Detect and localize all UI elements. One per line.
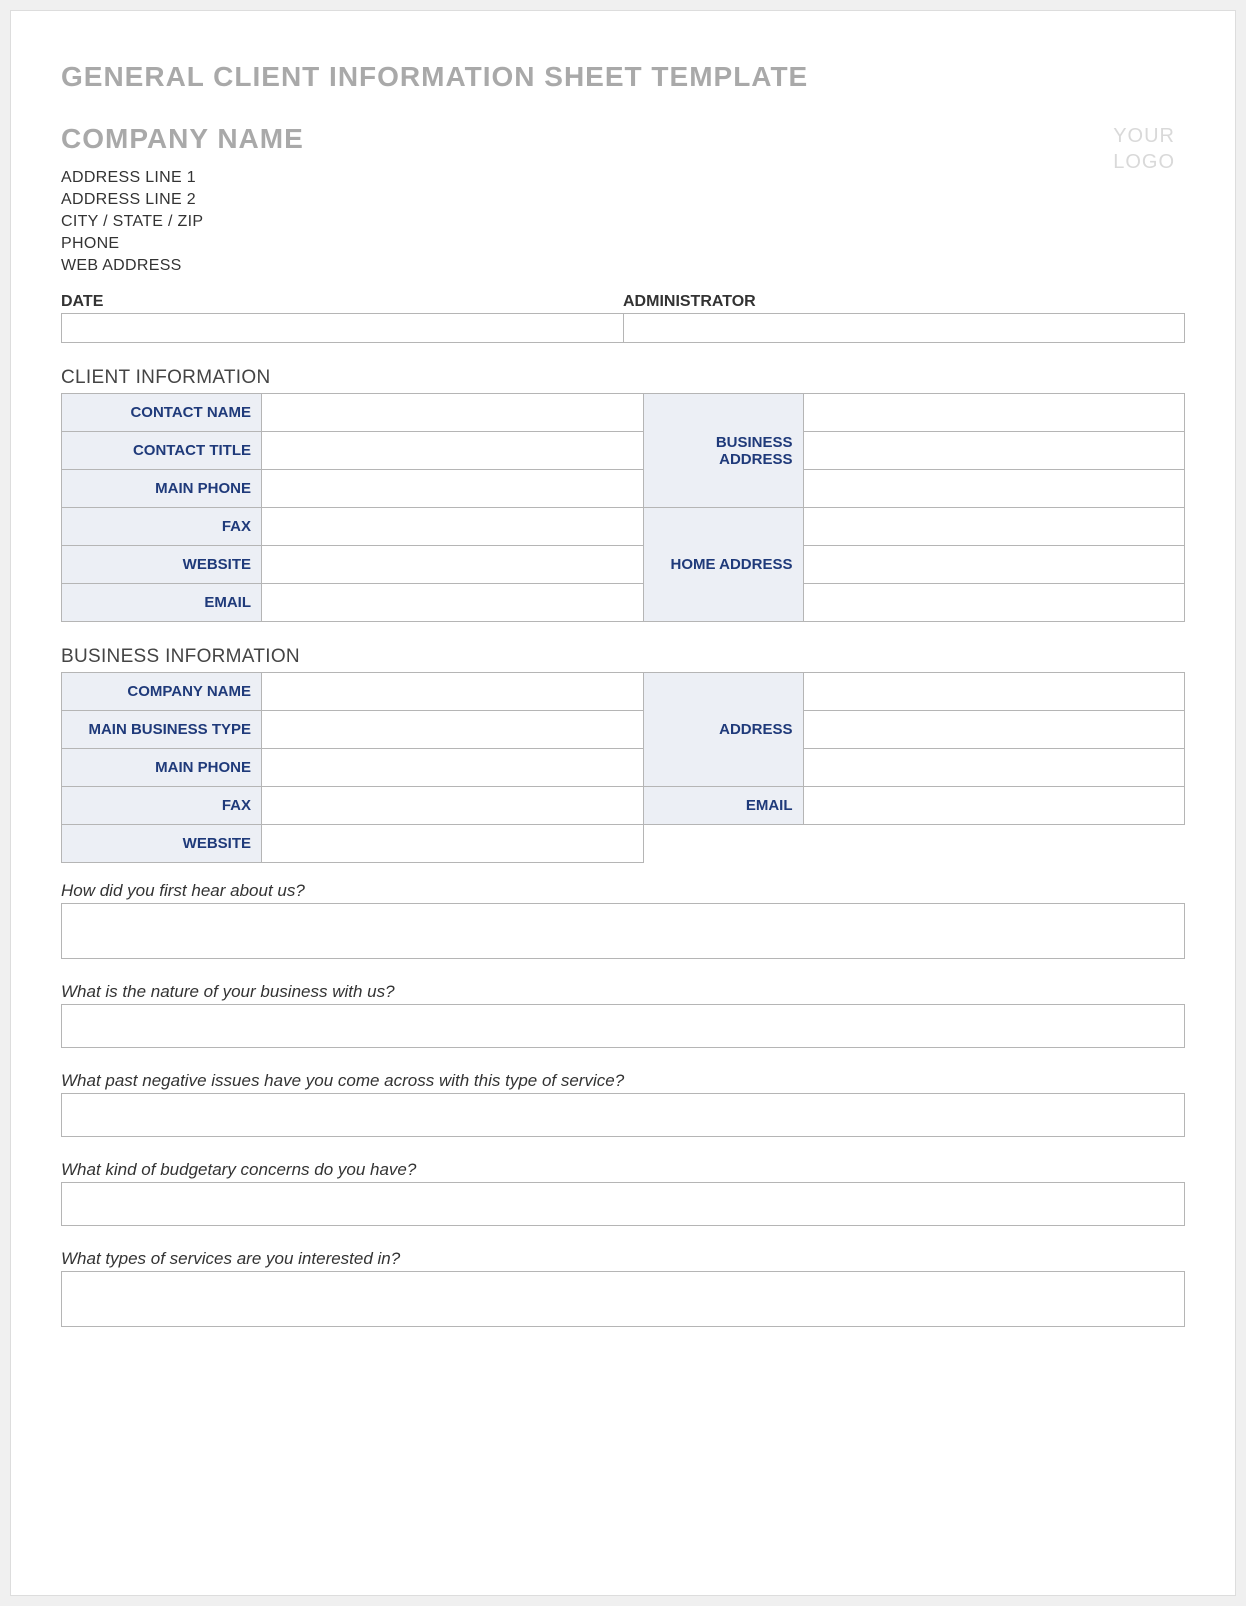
question-1: How did you first hear about us? (61, 881, 1185, 901)
contact-name-input[interactable] (272, 398, 633, 427)
biz-email-label: EMAIL (643, 787, 803, 825)
biz-address-3-input[interactable] (814, 753, 1175, 782)
biz-type-input[interactable] (272, 715, 633, 744)
date-label: DATE (61, 293, 623, 311)
biz-type-label: MAIN BUSINESS TYPE (62, 711, 262, 749)
table-row: WEBSITE (62, 825, 1185, 863)
client-fax-input[interactable] (272, 512, 633, 541)
answer-3-input[interactable] (61, 1093, 1185, 1137)
business-address-3-input[interactable] (814, 474, 1175, 503)
company-city-state-zip: CITY / STATE / ZIP (61, 213, 304, 231)
company-name: COMPANY NAME (61, 123, 304, 155)
question-4: What kind of budgetary concerns do you h… (61, 1160, 1185, 1180)
table-row: WEBSITE (62, 546, 1185, 584)
question-2: What is the nature of your business with… (61, 982, 1185, 1002)
table-row: COMPANY NAME ADDRESS (62, 673, 1185, 711)
table-row: CONTACT TITLE (62, 432, 1185, 470)
document-title: GENERAL CLIENT INFORMATION SHEET TEMPLAT… (61, 61, 1185, 93)
home-address-2-input[interactable] (814, 550, 1175, 579)
company-web: WEB ADDRESS (61, 257, 304, 275)
client-website-label: WEBSITE (62, 546, 262, 584)
question-3: What past negative issues have you come … (61, 1071, 1185, 1091)
table-row: FAX EMAIL (62, 787, 1185, 825)
question-5: What types of services are you intereste… (61, 1249, 1185, 1269)
table-row: MAIN BUSINESS TYPE (62, 711, 1185, 749)
client-main-phone-label: MAIN PHONE (62, 470, 262, 508)
logo-line-2: LOGO (1113, 149, 1175, 175)
biz-address-1-input[interactable] (814, 677, 1175, 706)
biz-company-name-label: COMPANY NAME (62, 673, 262, 711)
administrator-input[interactable] (623, 313, 1185, 343)
biz-email-input[interactable] (814, 791, 1175, 820)
home-address-1-input[interactable] (814, 512, 1175, 541)
client-info-table: CONTACT NAME BUSINESS ADDRESS CONTACT TI… (61, 393, 1185, 622)
table-row: CONTACT NAME BUSINESS ADDRESS (62, 394, 1185, 432)
logo-placeholder: YOUR LOGO (1113, 123, 1185, 175)
date-input[interactable] (61, 313, 623, 343)
client-fax-label: FAX (62, 508, 262, 546)
home-address-3-input[interactable] (814, 588, 1175, 617)
date-column: DATE (61, 293, 623, 343)
biz-address-label: ADDRESS (643, 673, 803, 787)
table-row: EMAIL (62, 584, 1185, 622)
document-page: GENERAL CLIENT INFORMATION SHEET TEMPLAT… (10, 10, 1236, 1596)
business-address-1-input[interactable] (814, 398, 1175, 427)
biz-website-input[interactable] (272, 829, 633, 858)
table-row: FAX HOME ADDRESS (62, 508, 1185, 546)
administrator-label: ADMINISTRATOR (623, 293, 1185, 311)
contact-name-label: CONTACT NAME (62, 394, 262, 432)
biz-main-phone-label: MAIN PHONE (62, 749, 262, 787)
logo-line-1: YOUR (1113, 123, 1175, 149)
company-phone: PHONE (61, 235, 304, 253)
home-address-label: HOME ADDRESS (643, 508, 803, 622)
client-website-input[interactable] (272, 550, 633, 579)
business-address-2-input[interactable] (814, 436, 1175, 465)
client-main-phone-input[interactable] (272, 474, 633, 503)
company-address-1: ADDRESS LINE 1 (61, 169, 304, 187)
table-row: MAIN PHONE (62, 749, 1185, 787)
answer-1-input[interactable] (61, 903, 1185, 959)
administrator-column: ADMINISTRATOR (623, 293, 1185, 343)
client-email-input[interactable] (272, 588, 633, 617)
answer-5-input[interactable] (61, 1271, 1185, 1327)
table-row: MAIN PHONE (62, 470, 1185, 508)
biz-website-label: WEBSITE (62, 825, 262, 863)
business-address-label: BUSINESS ADDRESS (643, 394, 803, 508)
business-info-table: COMPANY NAME ADDRESS MAIN BUSINESS TYPE … (61, 672, 1185, 863)
client-info-section-title: CLIENT INFORMATION (61, 367, 1185, 389)
date-admin-row: DATE ADMINISTRATOR (61, 293, 1185, 343)
answer-2-input[interactable] (61, 1004, 1185, 1048)
header-row: COMPANY NAME ADDRESS LINE 1 ADDRESS LINE… (61, 123, 1185, 279)
biz-fax-input[interactable] (272, 791, 633, 820)
contact-title-label: CONTACT TITLE (62, 432, 262, 470)
answer-4-input[interactable] (61, 1182, 1185, 1226)
company-block: COMPANY NAME ADDRESS LINE 1 ADDRESS LINE… (61, 123, 304, 279)
company-address-2: ADDRESS LINE 2 (61, 191, 304, 209)
contact-title-input[interactable] (272, 436, 633, 465)
business-info-section-title: BUSINESS INFORMATION (61, 646, 1185, 668)
biz-address-2-input[interactable] (814, 715, 1175, 744)
biz-fax-label: FAX (62, 787, 262, 825)
biz-company-name-input[interactable] (272, 677, 633, 706)
biz-main-phone-input[interactable] (272, 753, 633, 782)
client-email-label: EMAIL (62, 584, 262, 622)
